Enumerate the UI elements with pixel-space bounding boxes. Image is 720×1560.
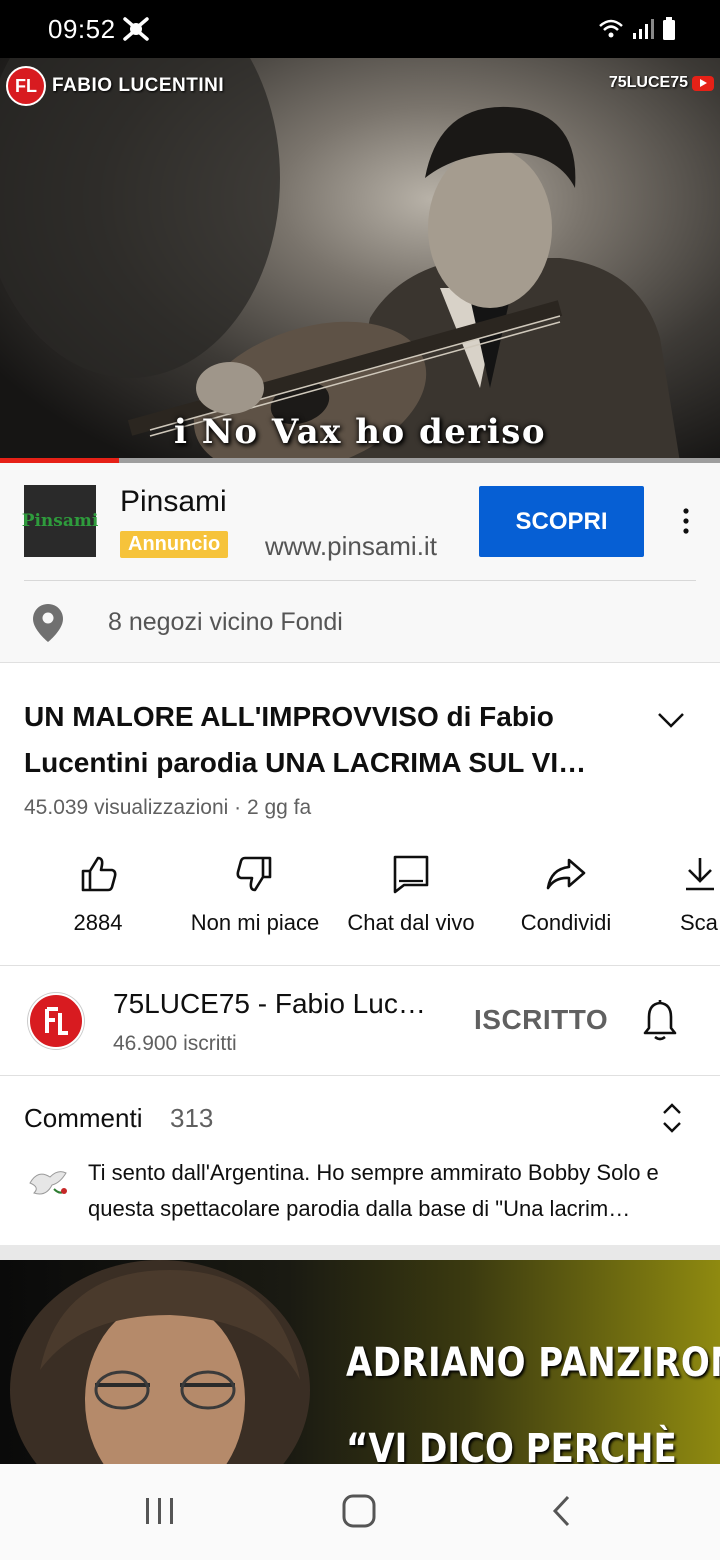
next-video-title-line1: ADRIANO PANZIRONI [346,1340,720,1386]
thumbs-up-icon [81,856,117,892]
channel-tag: 75LUCE75 [609,74,714,92]
action-bar: 2884 Non mi piace Chat dal vivo Condivid… [0,854,720,944]
ad-cta-button[interactable]: SCOPRI [479,486,644,557]
navigation-bar [0,1464,720,1560]
download-button[interactable]: Sca [680,854,720,944]
location-pin-icon [33,604,63,642]
download-label: Sca [680,910,718,935]
watermark-text: FABIO LUCENTINI [52,75,225,96]
commenter-avatar[interactable] [24,1159,70,1205]
comments-section[interactable]: Commenti 313 Ti sento dall'Argentina. Ho… [0,1077,720,1245]
channel-logo-icon: FL [6,66,46,106]
more-options-icon[interactable] [674,503,698,539]
channel-row[interactable]: 75LUCE75 - Fabio Luc… 46.900 iscritti IS… [0,966,720,1076]
system-icons [598,14,676,44]
chevron-down-icon[interactable] [656,708,686,732]
channel-watermark: FL FABIO LUCENTINI [6,66,224,106]
ad-divider [24,580,696,581]
subscribed-button[interactable]: ISCRITTO [474,1004,608,1036]
share-icon [546,858,586,890]
dislike-label: Non mi piace [190,910,320,935]
battery-icon [663,17,675,40]
channel-logo-icon [45,1007,68,1035]
home-icon[interactable] [340,1494,380,1528]
video-meta: 45.039 visualizzazioni · 2 gg fa [24,796,312,819]
dislike-button[interactable]: Non mi piace [180,854,330,944]
signal-icon [633,19,654,39]
live-chat-button[interactable]: Chat dal vivo [338,854,484,944]
ad-advertiser-name[interactable]: Pinsami [120,485,227,519]
section-divider [0,1245,720,1260]
next-video-title-line2: “VI DICO PERCHÈ [346,1426,677,1464]
expand-collapse-icon[interactable] [660,1101,684,1135]
video-details: UN MALORE ALL'IMPROVVISO di Fabio Lucent… [0,664,720,966]
wifi-icon [599,19,623,38]
video-frame-illustration [0,58,680,462]
channel-name[interactable]: 75LUCE75 - Fabio Luc… [113,988,453,1020]
next-video-thumbnail[interactable]: ADRIANO PANZIRONI “VI DICO PERCHÈ [0,1260,720,1464]
ad-badge: Annuncio [120,531,229,558]
status-time: 09:52 [48,14,116,44]
top-comment-text: Ti sento dall'Argentina. Ho sempre ammir… [88,1160,659,1221]
chat-icon [393,855,429,894]
youtube-play-icon [692,75,714,91]
ad-logo[interactable]: Pinsami [21,485,99,557]
comments-heading: Commenti [24,1103,143,1133]
live-chat-label: Chat dal vivo [347,910,475,935]
next-video-portrait [10,1260,310,1464]
recent-apps-icon[interactable] [142,1494,178,1528]
ad-logo-text: Pinsami [21,511,99,531]
ad-card[interactable]: Pinsami Pinsami Annuncio www.pinsami.it … [0,463,720,663]
like-count: 2884 [73,910,123,935]
thumbs-down-icon [236,856,272,892]
share-button[interactable]: Condividi [508,854,624,944]
subscriber-count: 46.900 iscritti [113,1032,237,1055]
video-title[interactable]: UN MALORE ALL'IMPROVVISO di Fabio Lucent… [24,694,634,786]
back-icon[interactable] [548,1494,578,1528]
comments-count: 313 [170,1103,214,1133]
like-button[interactable]: 2884 [48,854,148,944]
channel-avatar[interactable] [28,993,84,1049]
status-bar: 09:52 [0,0,720,58]
share-label: Condividi [520,910,612,935]
download-icon [686,858,714,891]
notification-bell-icon[interactable] [640,998,680,1042]
app-notification-icon [123,17,149,41]
ad-url[interactable]: www.pinsami.it [265,531,437,562]
video-caption: i No Vax ho deriso [173,412,547,452]
video-player[interactable]: FL FABIO LUCENTINI 75LUCE75 i No Vax ho … [0,58,720,462]
channel-tag-text: 75LUCE75 [608,74,688,91]
ad-location-text[interactable]: 8 negozi vicino Fondi [108,608,343,637]
